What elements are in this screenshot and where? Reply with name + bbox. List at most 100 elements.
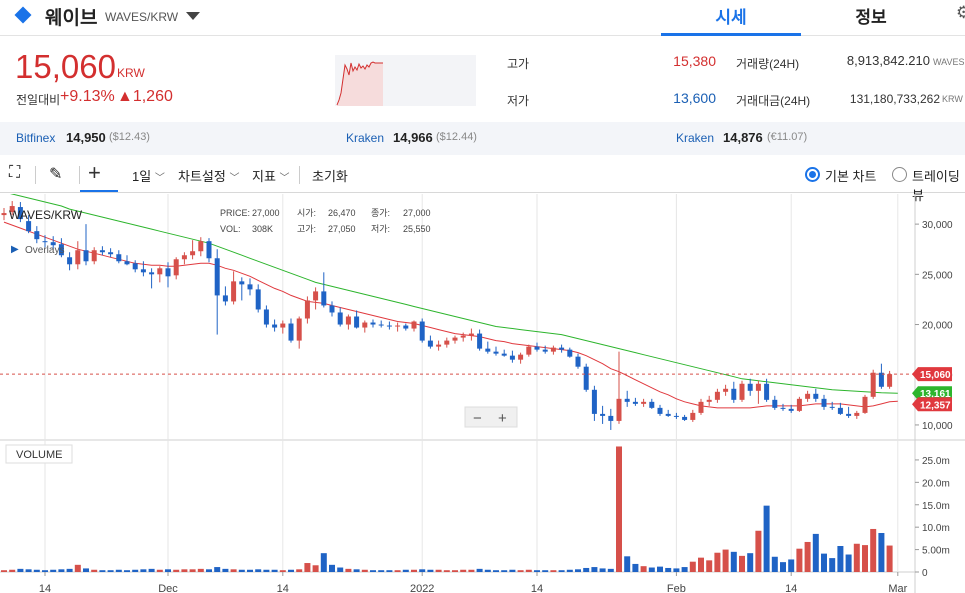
candle-body [559, 347, 565, 350]
info-close-value: 27,000 [403, 208, 431, 218]
volume-bar [607, 568, 614, 572]
candle-body [567, 349, 573, 357]
candle-body [206, 241, 212, 259]
candle-body [723, 388, 729, 392]
volume-bar [829, 558, 836, 572]
volume-bar [443, 570, 450, 572]
zoom-out-button[interactable]: − [473, 410, 482, 427]
crosshair-icon[interactable]: + [88, 160, 101, 186]
candle-body [329, 305, 335, 313]
volume-bar [361, 569, 368, 572]
volume-bars [1, 446, 893, 572]
candle-body [26, 221, 32, 232]
volume-bar [419, 569, 426, 572]
volume-bar [1, 570, 7, 572]
volume-tick-label: 5.00m [922, 546, 950, 557]
volume-bar [542, 570, 549, 572]
info-low-value: 25,550 [403, 224, 431, 234]
tab-price[interactable]: 시세 [661, 3, 801, 28]
volume-bar [763, 505, 770, 572]
interval-label: 1일 [132, 169, 152, 184]
volume-bar [862, 545, 868, 572]
volume-bar [140, 569, 147, 572]
volume-bar [263, 569, 270, 572]
candle-body [231, 281, 237, 302]
indicators-menu[interactable]: 지표 ﹀ [252, 166, 290, 185]
volume-bar [878, 533, 885, 572]
volume-bar [493, 570, 499, 572]
price-chart[interactable]: 14 Dec 14 2022 14 Feb 14 Mar 30,000 25,000 20,000 1… [0, 194, 965, 593]
candle-body [690, 412, 696, 420]
overlays-label[interactable]: Overlays [25, 245, 64, 256]
change-label: 전일대비 [16, 93, 61, 107]
candle-body [583, 366, 589, 390]
coin-pair: WAVES/KRW [105, 10, 179, 24]
candle-body [452, 337, 458, 341]
basic-chart-radio[interactable] [805, 167, 820, 182]
candle-body [772, 399, 778, 408]
candle-body [616, 398, 622, 421]
volume-bar [42, 570, 48, 572]
reset-button[interactable]: 초기화 [312, 166, 348, 185]
overlays-toggle-icon[interactable]: ▶ [11, 244, 19, 255]
fullscreen-icon[interactable]: ⛶ [9, 164, 20, 182]
exchange-price: 14,876 [723, 130, 763, 145]
exchange-name[interactable]: Kraken [676, 131, 714, 145]
coin-select-dropdown-icon[interactable] [186, 12, 200, 20]
chart-settings-menu[interactable]: 차트설정 ﹀ [178, 166, 239, 185]
candle-body [501, 353, 507, 356]
toolbar-divider [299, 166, 300, 184]
basic-chart-label[interactable]: 기본 차트 [825, 166, 876, 185]
candle-body [91, 250, 97, 262]
x-tick-label: Mar [888, 583, 907, 593]
candle-body [706, 399, 712, 402]
volume-unit: WAVES [933, 57, 965, 67]
candle-body [124, 261, 130, 265]
candle-body [747, 383, 753, 391]
candle-body [427, 340, 433, 347]
volume-bar [378, 570, 385, 572]
volume-bar [296, 569, 303, 572]
candle-body [272, 324, 278, 328]
tab-info[interactable]: 정보 [801, 3, 941, 28]
candlesticks [1, 201, 893, 430]
exchange-name[interactable]: Bitfinex [16, 131, 55, 145]
volume-bar [124, 570, 130, 572]
volume-label: VOLUME [16, 449, 62, 461]
volume-bar [320, 553, 327, 572]
volume-bar [583, 567, 590, 572]
coin-logo-icon [14, 6, 32, 24]
candle-body [288, 323, 294, 341]
candle-body [632, 401, 638, 404]
volume-bar [665, 567, 672, 572]
candle-body [67, 257, 73, 265]
candle-body [731, 388, 737, 400]
interval-select[interactable]: 1일 ﹀ [132, 166, 165, 185]
volume-bar [214, 567, 221, 572]
candle-body [468, 333, 474, 336]
candle-body [99, 250, 105, 253]
volume-bar [476, 568, 483, 572]
exchange-price-usd: ($12.43) [109, 131, 150, 143]
x-tick-label: 14 [785, 583, 797, 593]
settings-gear-icon[interactable]: ⚙ [956, 3, 965, 23]
ma-short-tag: 12,357 [920, 400, 951, 411]
volume-bar [222, 568, 229, 572]
volume-bar [279, 570, 286, 572]
candle-body [304, 300, 310, 319]
zoom-in-button[interactable]: + [498, 410, 507, 427]
candle-body [313, 291, 319, 301]
y-tick-label: 10,000 [922, 421, 953, 432]
volume-bar [247, 569, 253, 572]
candle-body [337, 312, 343, 325]
exchange-price: 14,966 [393, 130, 433, 145]
tradingview-chart-radio[interactable] [892, 167, 907, 182]
volume-bar [173, 569, 180, 572]
draw-pencil-icon[interactable]: ✎ [49, 164, 62, 184]
candle-body [403, 325, 409, 329]
candle-body [395, 325, 401, 327]
candle-body [296, 318, 302, 341]
candle-body [132, 263, 138, 270]
volume-bar [845, 554, 852, 572]
exchange-name[interactable]: Kraken [346, 131, 384, 145]
